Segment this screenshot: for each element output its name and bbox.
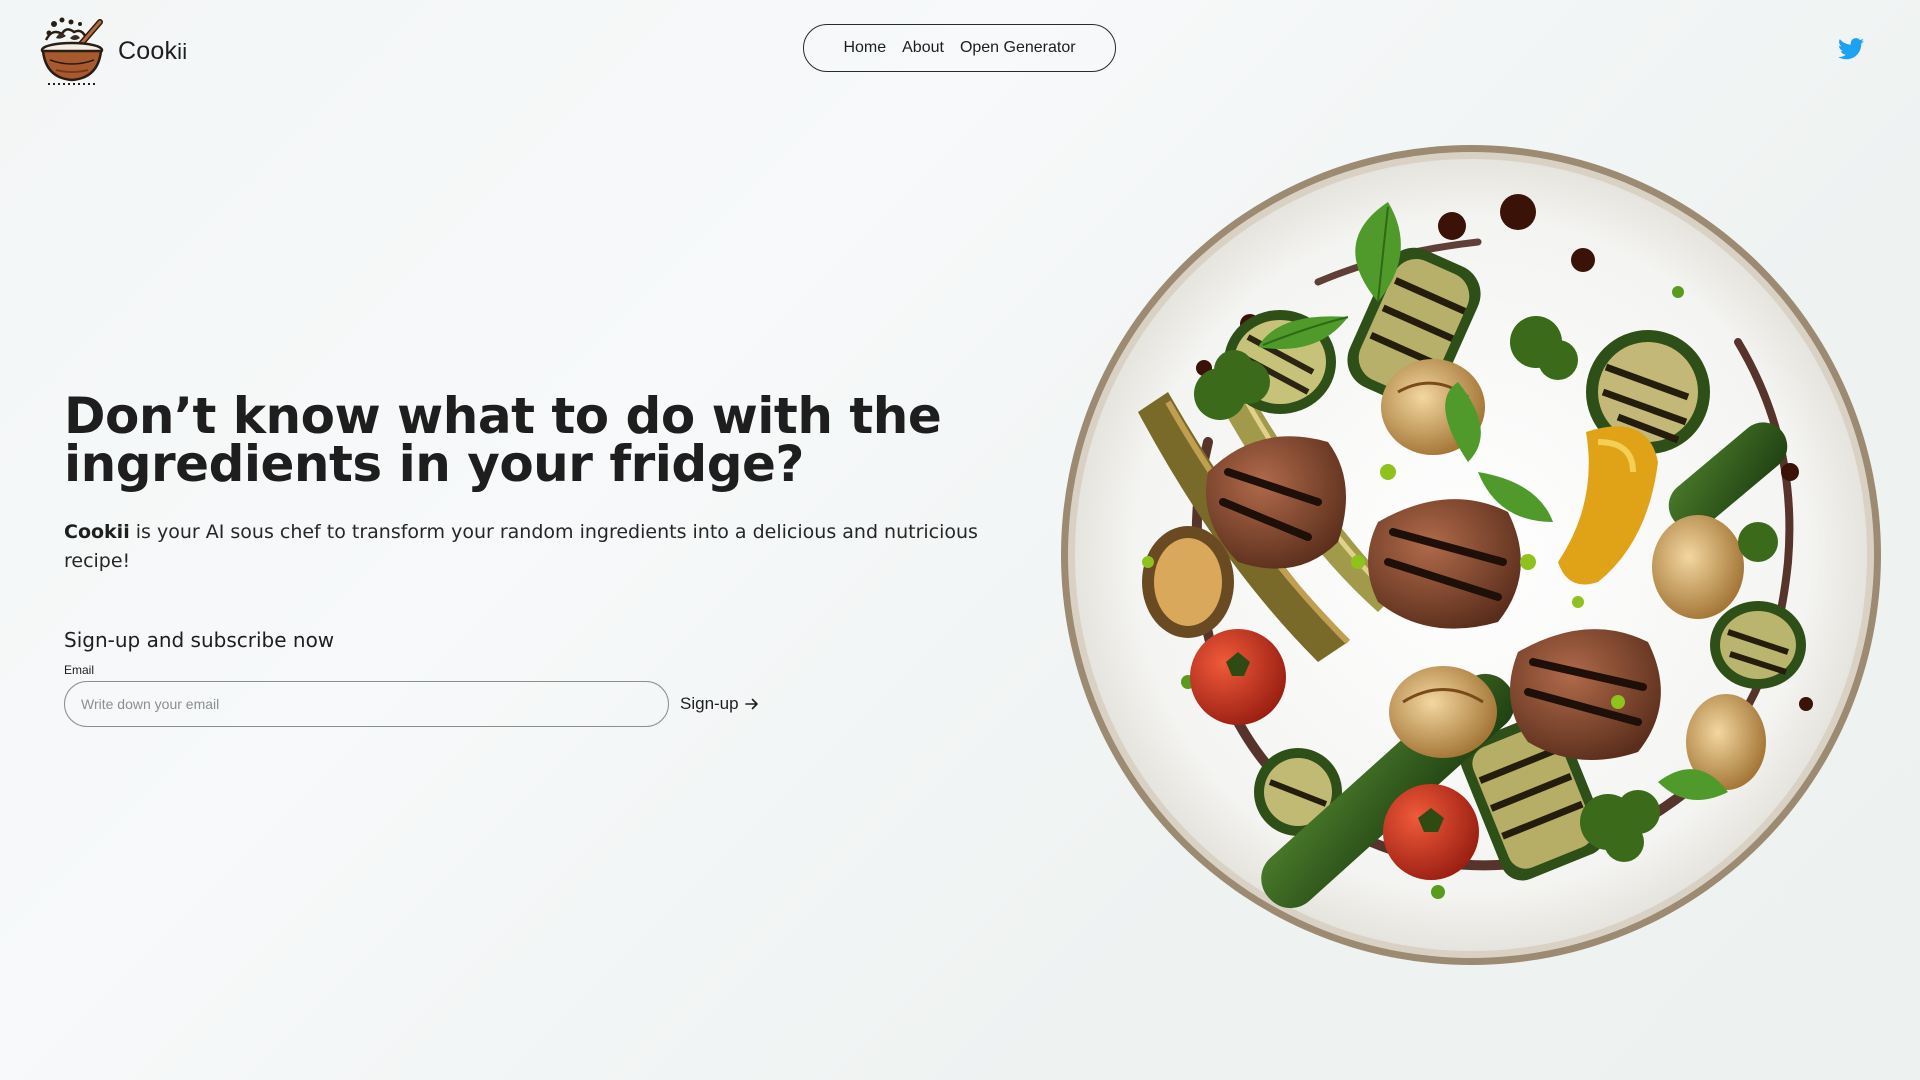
- hero-description: Cookii is your AI sous chef to transform…: [64, 518, 984, 576]
- main-nav: Home About Open Generator: [803, 24, 1116, 72]
- email-label: Email: [64, 663, 95, 677]
- hero-title: Don’t know what to do with the ingredien…: [64, 387, 942, 493]
- subscribe-heading: Sign-up and subscribe now: [64, 628, 335, 652]
- nav-home-link[interactable]: Home: [843, 39, 886, 57]
- hero-description-text: is your AI sous chef to transform your r…: [64, 521, 978, 572]
- cooking-bowl-logo-icon: [40, 17, 104, 85]
- arrow-right-icon: [744, 698, 758, 710]
- brand-name-suffix: ii: [177, 38, 188, 64]
- email-field[interactable]: [64, 681, 669, 727]
- nav-open-generator-link[interactable]: Open Generator: [960, 39, 1076, 57]
- signup-button[interactable]: Sign-up: [680, 690, 759, 718]
- brand-name-main: Cook: [118, 36, 178, 65]
- signup-button-label: Sign-up: [680, 694, 739, 713]
- nav-about-link[interactable]: About: [902, 39, 944, 57]
- brand-name: Cookii: [118, 37, 187, 66]
- hero-description-brand: Cookii: [64, 521, 130, 543]
- site-header: Cookii Home About Open Generator: [0, 0, 1920, 100]
- twitter-icon[interactable]: [1838, 38, 1864, 60]
- brand[interactable]: Cookii: [40, 16, 187, 86]
- grilled-vegetables-plate-image: [1061, 145, 1881, 965]
